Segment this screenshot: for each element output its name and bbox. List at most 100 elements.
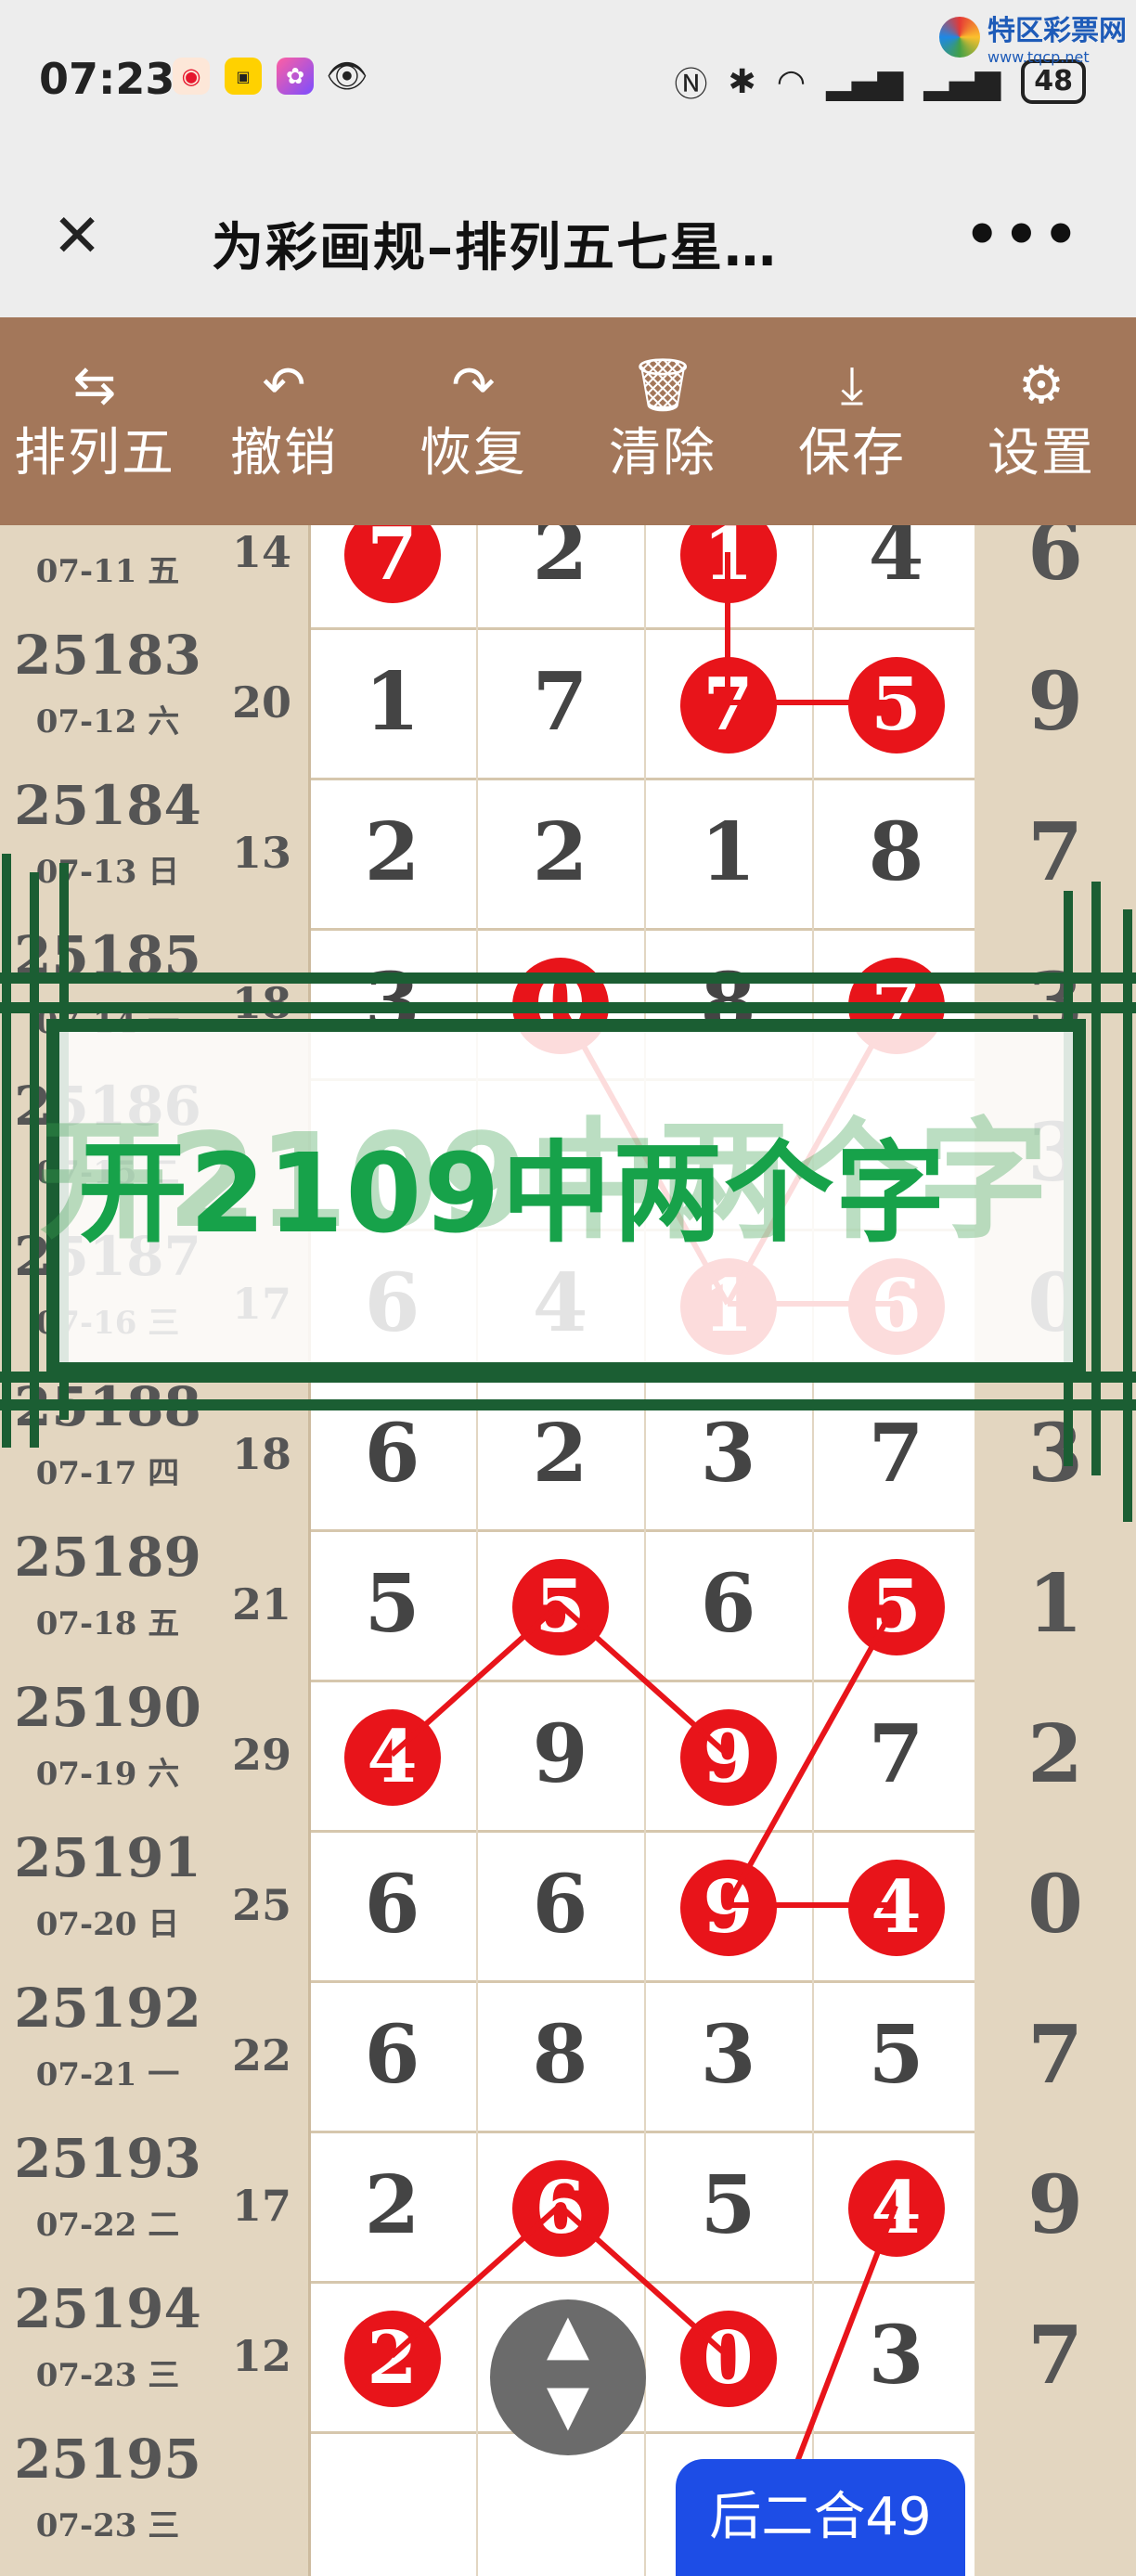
toolbar-item-settings[interactable]: ⚙ 设置 (947, 317, 1136, 525)
digit-value: 6 (364, 1407, 420, 1501)
undo-icon: ↶ (262, 355, 306, 416)
digit-cell[interactable] (476, 1078, 646, 1229)
digit-cell[interactable]: 1 (308, 627, 478, 778)
digit-cell[interactable]: 4 (812, 2131, 982, 2281)
digit-cell[interactable]: 2 (476, 1379, 646, 1529)
nfc-icon: Ⓝ (674, 66, 708, 104)
digit-cell[interactable]: 2 (308, 2281, 478, 2431)
digit-cell[interactable]: 5 (812, 627, 982, 778)
digit-cell[interactable]: 8 (644, 928, 814, 1078)
toolbar-label: 排列五 (14, 423, 175, 483)
digit-cell[interactable]: 2 (476, 525, 646, 627)
toolbar-item-game-type[interactable]: ⇆ 排列五 (0, 317, 189, 525)
digit-cell[interactable]: 6 (644, 1529, 814, 1680)
digit-cell[interactable]: 4 (308, 1680, 478, 1830)
digit-cell[interactable]: 6 (308, 1980, 478, 2131)
digit-cell[interactable]: 2 (476, 778, 646, 928)
digit-cell[interactable]: 6 (308, 1379, 478, 1529)
digit-cell[interactable]: 1 (644, 525, 814, 627)
draw-row: 25188 07-17 四 18 6 2 3 7 3 (0, 1375, 1136, 1532)
draw-row: 25193 07-22 二 17 2 6 5 4 9 (0, 2127, 1136, 2284)
digit-cell[interactable]: 6 (476, 1830, 646, 1980)
draw-row: 25189 07-18 五 21 5 5 6 5 1 (0, 1526, 1136, 1682)
digit-cell[interactable]: 4 (812, 1830, 982, 1980)
issue-cell: 25191 07-20 日 (0, 1826, 218, 1980)
draw-row: 25183 07-12 六 20 1 7 7 5 9 (0, 624, 1136, 780)
digit-cell[interactable]: 5 (644, 2131, 814, 2281)
digit-value: 4 (868, 525, 924, 599)
digit-cell[interactable]: 3 (308, 928, 478, 1078)
digit-cell[interactable]: 8 (476, 1980, 646, 2131)
digit-cell[interactable]: 2 (308, 778, 478, 928)
combo-tag-button[interactable]: 后二合49 (676, 2459, 965, 2576)
digit-cell[interactable]: 9 (644, 1680, 814, 1830)
close-button[interactable]: ✕ (45, 204, 110, 269)
status-bar: 07:23 ◉ ▣ ✿ 👁 Ⓝ ✱ ◠ ▂▄▆ ▂▄▆ 48 特区彩票网 www… (0, 0, 1136, 158)
issue-number: 25182 (0, 525, 215, 536)
toolbar-item-clear[interactable]: 🗑 清除 (568, 317, 757, 525)
digit-cell[interactable]: 5 (476, 1529, 646, 1680)
issue-date: 07-14 一 (35, 1004, 180, 1041)
digit-cell[interactable]: 3 (644, 1379, 814, 1529)
digit-cell[interactable]: 6 (308, 1229, 478, 1379)
digit-value: 5 (700, 2158, 756, 2252)
digit-cell[interactable]: 7 (812, 1379, 982, 1529)
digit-cell[interactable]: 7 (476, 627, 646, 778)
digit-cell[interactable]: 4 (812, 525, 982, 627)
digit-cell[interactable]: 7 (644, 627, 814, 778)
digit-cell[interactable]: 6 (308, 1830, 478, 1980)
digit-cell[interactable]: 8 (812, 778, 982, 928)
issue-cell: 25183 07-12 六 (0, 624, 218, 778)
issue-number: 25183 (14, 624, 201, 687)
sum-cell: 21 (215, 1529, 311, 1680)
digit-cell[interactable]: 2 (308, 2131, 478, 2281)
digit-cell[interactable]: 7 (812, 1680, 982, 1830)
marked-digit-ball: 6 (511, 2159, 609, 2257)
issue-date: 07-18 五 (35, 1605, 180, 1642)
toolbar-item-undo[interactable]: ↶ 撤销 (189, 317, 379, 525)
page-title: 为彩画规–排列五七星… (212, 218, 778, 278)
digit-cell[interactable]: 9 (476, 1680, 646, 1830)
issue-cell: 25187 07-16 三 (0, 1225, 218, 1379)
marked-digit-ball: 4 (343, 1708, 441, 1806)
brand-url: www.tqcp.net (988, 48, 1090, 66)
digit-cell[interactable]: 5 (308, 1529, 478, 1680)
issue-date: 07-20 日 (35, 1906, 180, 1943)
digit-value: 6 (364, 2008, 420, 2102)
marked-digit-ball: 1 (679, 1257, 777, 1355)
digit-cell[interactable]: 7 (812, 928, 982, 1078)
scroll-toggle-button[interactable]: ▲ ▼ (490, 2299, 646, 2455)
last-digit-cell: 1 (975, 1529, 1136, 1680)
digit-cell[interactable]: 3 (812, 2281, 982, 2431)
sum-cell: 17 (215, 2131, 311, 2281)
digit-cell[interactable]: 1 (644, 778, 814, 928)
draw-history-grid[interactable]: 2518207-11 五14721462518307-12 六201775925… (0, 525, 1136, 2576)
digit-cell[interactable]: 9 (644, 1830, 814, 1980)
digit-cell[interactable]: 5 (812, 1529, 982, 1680)
up-down-arrows-icon: ▲ ▼ (546, 2302, 590, 2438)
digit-cell[interactable]: 3 (644, 1980, 814, 2131)
digit-cell[interactable]: 6 (812, 1229, 982, 1379)
draw-row: 25192 07-21 一 22 6 8 3 5 7 (0, 1977, 1136, 2133)
digit-cell[interactable]: 7 (308, 525, 478, 627)
digit-cell[interactable]: 0 (476, 928, 646, 1078)
digit-cell[interactable]: 0 (644, 2281, 814, 2431)
toolbar-item-redo[interactable]: ↷ 恢复 (379, 317, 568, 525)
digit-value: 7 (868, 1707, 924, 1801)
last-digit-cell: 3 (975, 1078, 1136, 1229)
digit-cell[interactable]: 5 (812, 1980, 982, 2131)
digit-cell[interactable] (308, 1078, 478, 1229)
digit-cell[interactable]: 6 (476, 2131, 646, 2281)
more-options-button[interactable]: ••• (964, 202, 1082, 267)
toolbar-item-save[interactable]: ⤓ 保存 (757, 317, 947, 525)
download-icon: ⤓ (840, 355, 864, 416)
notification-icons: ◉ ▣ ✿ 👁 (173, 58, 368, 96)
toolbar-label: 撤销 (230, 423, 338, 483)
digit-cell[interactable] (812, 1078, 982, 1229)
issue-cell: 25185 07-14 一 (0, 924, 218, 1078)
marked-digit-ball: 5 (511, 1558, 609, 1655)
digit-cell[interactable]: 1 (644, 1229, 814, 1379)
digit-cell[interactable] (644, 1078, 814, 1229)
digit-cell[interactable] (308, 2431, 478, 2576)
digit-cell[interactable]: 4 (476, 1229, 646, 1379)
